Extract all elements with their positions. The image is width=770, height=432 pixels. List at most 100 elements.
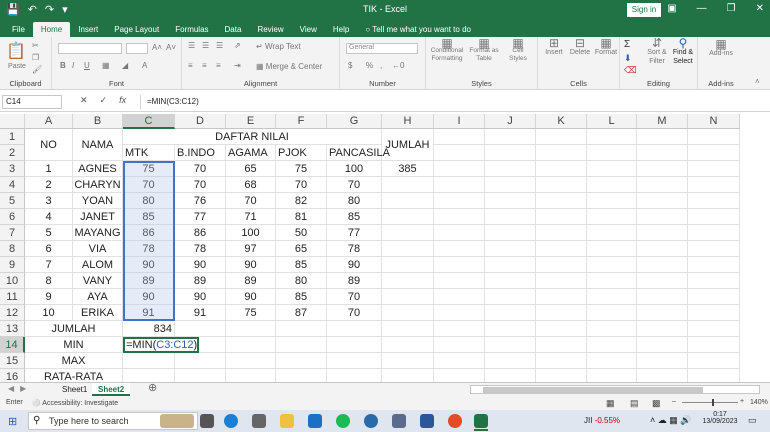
- sort-filter-button[interactable]: ⇵ Sort & Filter: [644, 37, 670, 66]
- grid-cell[interactable]: [276, 321, 327, 337]
- decrease-font-icon[interactable]: A˅: [166, 43, 176, 52]
- cell-name[interactable]: AYA: [73, 289, 123, 305]
- grid-cell[interactable]: [587, 273, 637, 289]
- cell-score[interactable]: 85: [276, 289, 327, 305]
- grid-cell[interactable]: [536, 369, 587, 382]
- header-subject[interactable]: AGAMA: [226, 145, 276, 161]
- grid-cell[interactable]: [276, 369, 327, 382]
- grid-cell[interactable]: [485, 289, 536, 305]
- tab-insert[interactable]: Insert: [70, 22, 106, 37]
- cell-score[interactable]: 75: [123, 161, 175, 177]
- grid-cell[interactable]: [434, 177, 485, 193]
- cell-score[interactable]: 97: [226, 241, 276, 257]
- cell-no[interactable]: 6: [25, 241, 73, 257]
- cell-score[interactable]: 76: [175, 193, 226, 209]
- font-size-box[interactable]: [126, 43, 148, 54]
- align-center-icon[interactable]: ≡: [202, 61, 207, 70]
- format-as-table-button[interactable]: ▦ Format as Table: [468, 37, 500, 63]
- grid-cell[interactable]: [637, 129, 688, 145]
- grid-cell[interactable]: [382, 321, 434, 337]
- grid-cell[interactable]: [382, 369, 434, 382]
- cell-score[interactable]: 75: [276, 161, 327, 177]
- grid-cell[interactable]: [536, 289, 587, 305]
- grid-cell[interactable]: [276, 353, 327, 369]
- summary-label[interactable]: MAX: [25, 353, 123, 369]
- insert-function-icon[interactable]: fx: [119, 95, 126, 106]
- grid-cell[interactable]: [382, 241, 434, 257]
- column-header-e[interactable]: E: [226, 114, 276, 129]
- header-nama[interactable]: NAMA: [73, 129, 123, 161]
- row-header-2[interactable]: 2: [0, 145, 25, 161]
- cell-no[interactable]: 5: [25, 225, 73, 241]
- cell-score[interactable]: 77: [175, 209, 226, 225]
- cell-score[interactable]: 100: [226, 225, 276, 241]
- grid-cell[interactable]: [226, 321, 276, 337]
- column-header-j[interactable]: J: [485, 114, 536, 129]
- edge-icon[interactable]: [224, 414, 238, 428]
- grid-cell[interactable]: [637, 353, 688, 369]
- insert-cells-button[interactable]: ⊞ Insert: [542, 37, 566, 57]
- grid-cell[interactable]: [688, 161, 740, 177]
- cell-score[interactable]: 77: [327, 225, 382, 241]
- cell-no[interactable]: 4: [25, 209, 73, 225]
- minimize-icon[interactable]: —: [697, 3, 707, 14]
- page-layout-view-icon[interactable]: ▤: [630, 398, 639, 409]
- cancel-icon[interactable]: ✕: [80, 95, 88, 106]
- file-explorer-icon[interactable]: [280, 414, 294, 428]
- select-all-corner[interactable]: [0, 114, 25, 129]
- summary-label[interactable]: JUMLAH: [25, 321, 123, 337]
- grid-cell[interactable]: [276, 337, 327, 353]
- grid-cell[interactable]: [688, 225, 740, 241]
- cell-score[interactable]: 80: [123, 193, 175, 209]
- store-icon[interactable]: [252, 414, 266, 428]
- bold-icon[interactable]: B: [60, 61, 66, 70]
- tab-page-layout[interactable]: Page Layout: [106, 22, 167, 37]
- row-header-15[interactable]: 15: [0, 353, 25, 369]
- delete-cells-button[interactable]: ⊟ Delete: [568, 37, 592, 57]
- grid-cell[interactable]: [688, 145, 740, 161]
- cell-score[interactable]: 90: [226, 257, 276, 273]
- excel-icon[interactable]: [474, 414, 488, 428]
- grid-cell[interactable]: [587, 145, 637, 161]
- row-header-13[interactable]: 13: [0, 321, 25, 337]
- cell-no[interactable]: 9: [25, 289, 73, 305]
- grid-cell[interactable]: [637, 241, 688, 257]
- word-icon[interactable]: [420, 414, 434, 428]
- column-header-h[interactable]: H: [382, 114, 434, 129]
- search-highlight-image[interactable]: [160, 414, 194, 428]
- tab-data[interactable]: Data: [217, 22, 250, 37]
- notifications-icon[interactable]: ▭: [748, 415, 757, 426]
- grid-cell[interactable]: [327, 353, 382, 369]
- cell-score[interactable]: 82: [276, 193, 327, 209]
- cell-score[interactable]: 70: [327, 305, 382, 321]
- header-subject[interactable]: MTK: [123, 145, 175, 161]
- column-header-f[interactable]: F: [276, 114, 327, 129]
- clock[interactable]: 0:17 13/09/2023: [700, 411, 740, 425]
- cell-score[interactable]: 86: [175, 225, 226, 241]
- grid-cell[interactable]: [485, 145, 536, 161]
- grid-cell[interactable]: [434, 273, 485, 289]
- grid-cell[interactable]: [587, 225, 637, 241]
- grid-cell[interactable]: [382, 305, 434, 321]
- grid-cell[interactable]: [485, 241, 536, 257]
- grid-cell[interactable]: [688, 305, 740, 321]
- cell-no[interactable]: 3: [25, 193, 73, 209]
- summary-label[interactable]: MIN: [25, 337, 123, 353]
- grid-cell[interactable]: [327, 369, 382, 382]
- grid-cell[interactable]: [536, 337, 587, 353]
- row-header-3[interactable]: 3: [0, 161, 25, 177]
- cell-score[interactable]: 91: [123, 305, 175, 321]
- enter-icon[interactable]: ✓: [100, 95, 108, 106]
- row-header-5[interactable]: 5: [0, 193, 25, 209]
- grid-cell[interactable]: [434, 241, 485, 257]
- grid-cell[interactable]: [123, 369, 175, 382]
- column-header-m[interactable]: M: [637, 114, 688, 129]
- grid-cell[interactable]: [382, 209, 434, 225]
- column-header-b[interactable]: B: [73, 114, 123, 129]
- grid-cell[interactable]: [637, 337, 688, 353]
- grid-cell[interactable]: [485, 129, 536, 145]
- cell-score[interactable]: 85: [276, 257, 327, 273]
- column-header-g[interactable]: G: [327, 114, 382, 129]
- grid-cell[interactable]: [587, 209, 637, 225]
- currency-icon[interactable]: $: [348, 61, 352, 70]
